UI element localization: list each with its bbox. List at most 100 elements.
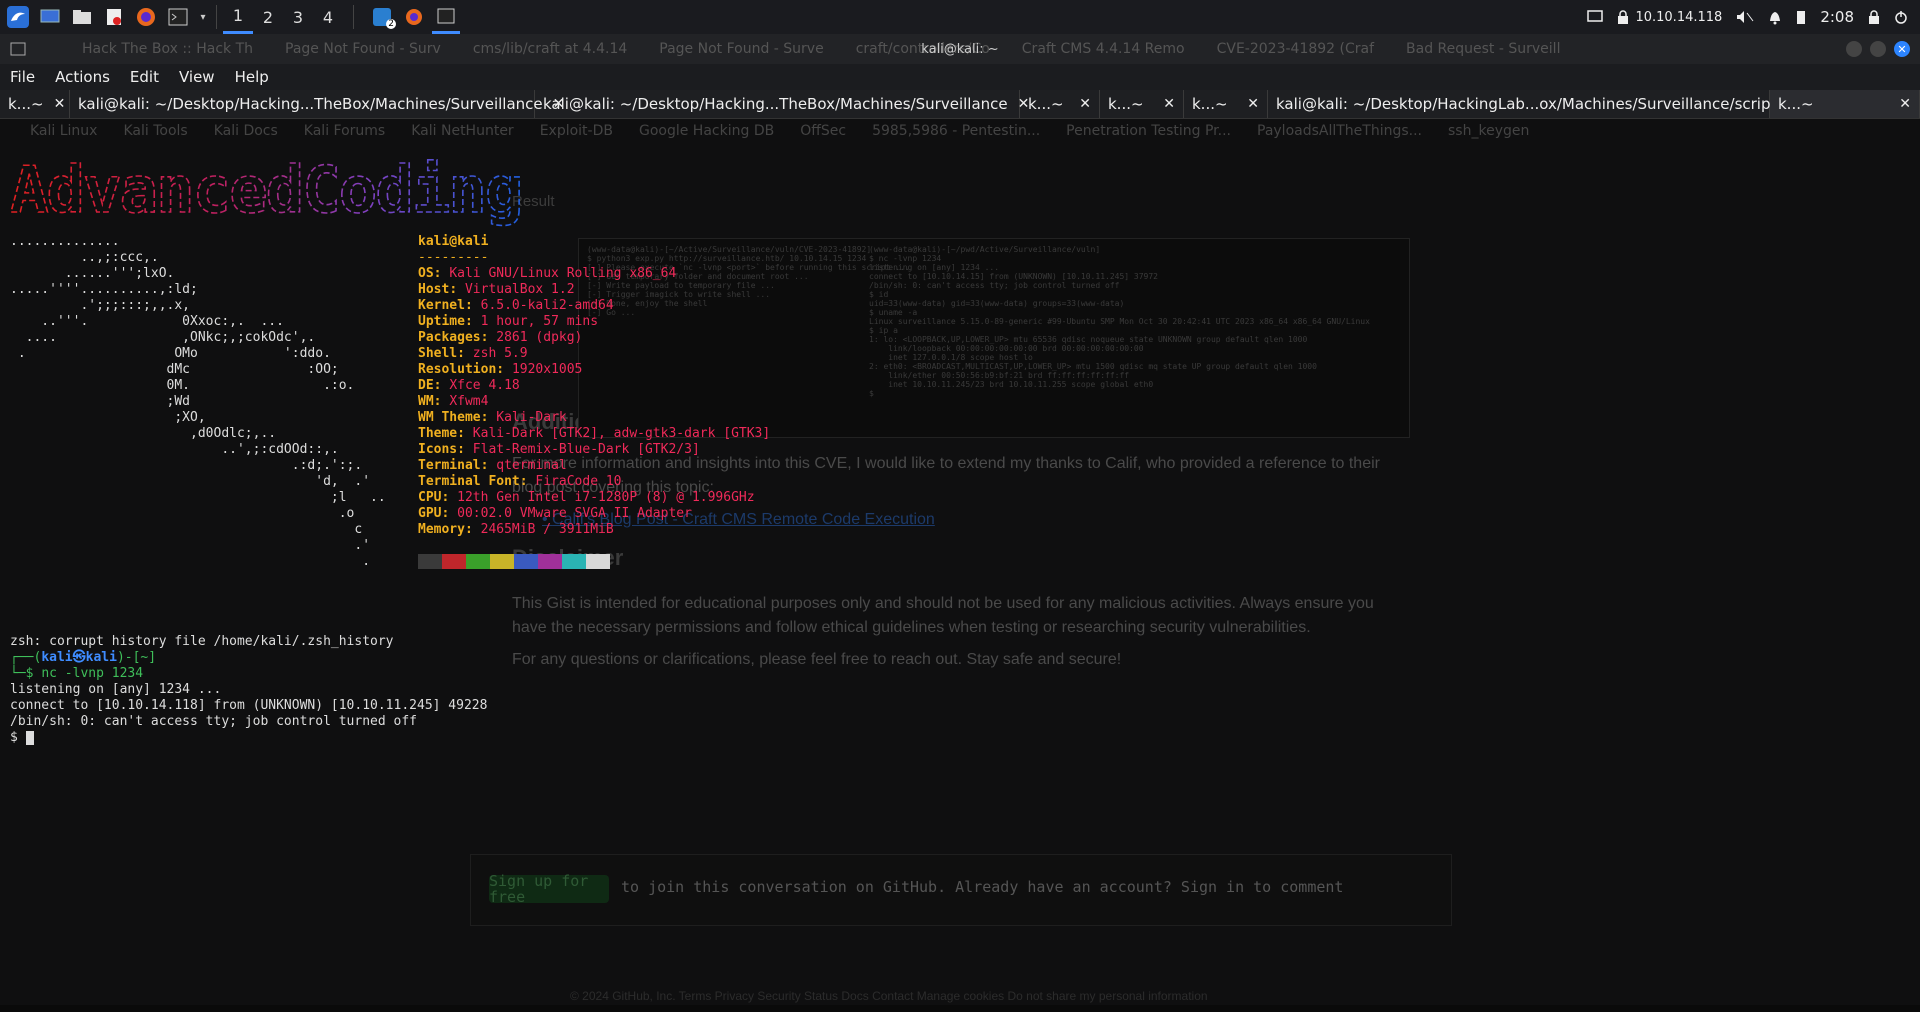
- ghost-bookmarks: Kali Linux Kali Tools Kali Docs Kali Forums…: [0, 119, 1920, 143]
- top-panel: ▾ 1 2 3 4 2 10.10.14.118 2:08: [0, 0, 1920, 34]
- neofetch-row: CPU: 12th Gen Intel i7-1280P (8) @ 1.996…: [418, 490, 755, 505]
- maximize-button[interactable]: [1870, 41, 1886, 57]
- terminal-tab[interactable]: k...~ ✕: [1020, 90, 1100, 118]
- window-titlebar[interactable]: Hack The Box :: Hack Th Page Not Found -…: [0, 34, 1920, 64]
- ghost-para-disclaimer: This Gist is intended for educational pu…: [512, 595, 1374, 636]
- neofetch-row: Memory: 2465MiB / 3911MiB: [418, 522, 614, 537]
- kali-ascii-logo: .............. ..,;:ccc,. ......''';lxO.…: [10, 234, 386, 569]
- neofetch-user: kali@kali: [418, 234, 489, 249]
- ghost-bookmark: 5985,5986 - Pentestin...: [872, 123, 1041, 139]
- color-swatch: [538, 554, 562, 569]
- workspace-1[interactable]: 1: [223, 0, 253, 34]
- clock[interactable]: 2:08: [1820, 8, 1854, 26]
- neofetch-row: GPU: 00:02.0 VMware SVGA II Adapter: [418, 506, 692, 521]
- task-code-editor[interactable]: 2: [368, 3, 396, 31]
- workspace-3[interactable]: 3: [283, 0, 313, 34]
- ghost-bookmark: Kali Docs: [213, 123, 278, 139]
- tab-close-icon[interactable]: ✕: [1163, 96, 1175, 112]
- power-icon[interactable]: [1894, 10, 1908, 24]
- window-title: kali@kali: ~: [921, 41, 999, 57]
- neofetch-row: Kernel: 6.5.0-kali2-amd64: [418, 298, 614, 313]
- ghost-bookmark: Kali NetHunter: [411, 123, 514, 139]
- menu-file[interactable]: File: [0, 68, 45, 86]
- color-swatch: [562, 554, 586, 569]
- terminal-tab[interactable]: k...~ ✕: [1100, 90, 1184, 118]
- notification-bell-icon[interactable]: [1768, 9, 1782, 25]
- neofetch-row: Terminal: qterminal: [418, 458, 567, 473]
- command-line: └─$ nc -lvnp 1234: [10, 666, 144, 681]
- shell-output[interactable]: zsh: corrupt history file /home/kali/.zs…: [10, 618, 487, 778]
- tab-close-icon[interactable]: ✕: [1899, 96, 1911, 112]
- kali-menu-icon[interactable]: [4, 3, 32, 31]
- chevron-down-icon[interactable]: ▾: [196, 3, 210, 31]
- ghost-footer: © 2024 GitHub, Inc. Terms Privacy Securi…: [570, 989, 1208, 1003]
- ghost-bookmark: PayloadsAllTheThings...: [1257, 123, 1423, 139]
- neofetch-row: OS: Kali GNU/Linux Rolling x86_64: [418, 266, 677, 281]
- color-swatch: [514, 554, 538, 569]
- terminal-tab[interactable]: kali@kali: ~/Desktop/Hacking...TheBox/Ma…: [70, 90, 564, 118]
- neofetch-row: Uptime: 1 hour, 57 mins: [418, 314, 599, 329]
- menu-edit[interactable]: Edit: [120, 68, 169, 86]
- firefox-icon[interactable]: [132, 3, 160, 31]
- display-icon[interactable]: [1587, 10, 1604, 24]
- minimize-button[interactable]: [1846, 41, 1862, 57]
- neofetch-row: WM: Xfwm4: [418, 394, 489, 409]
- tab-label: k...~: [8, 95, 44, 113]
- neofetch-row: Packages: 2861 (dpkg): [418, 330, 583, 345]
- tab-label: k...~: [1778, 95, 1814, 113]
- workspace-4[interactable]: 4: [313, 0, 343, 34]
- terminal-tab[interactable]: k...~ ✕: [1770, 90, 1920, 118]
- close-button[interactable]: ✕: [1894, 41, 1910, 57]
- text-editor-icon[interactable]: [100, 3, 128, 31]
- neofetch-row: Icons: Flat-Remix-Blue-Dark [GTK2/3]: [418, 442, 700, 457]
- volume-muted-icon[interactable]: [1736, 10, 1754, 24]
- ghost-bookmark: Kali Forums: [303, 123, 386, 139]
- history-error-line: zsh: corrupt history file /home/kali/.zs…: [10, 634, 394, 649]
- lock-screen-icon[interactable]: [1868, 10, 1880, 24]
- task-badge: 2: [386, 19, 396, 29]
- menu-view[interactable]: View: [169, 68, 225, 86]
- ghost-bookmark: Exploit-DB: [539, 123, 613, 139]
- tab-label: k...~: [1028, 95, 1064, 113]
- workspace-2[interactable]: 2: [253, 0, 283, 34]
- cursor: [25, 730, 34, 745]
- neofetch-row: Terminal Font: FiraCode 10: [418, 474, 622, 489]
- neofetch-info: kali@kali --------- OS: Kali GNU/Linux Rol…: [418, 234, 770, 538]
- neofetch-row: Resolution: 1920x1005: [418, 362, 583, 377]
- terminal-content[interactable]: Result Additional Resources For more inf…: [0, 152, 1920, 1012]
- color-swatch: [586, 554, 610, 569]
- output-listening: listening on [any] 1234 ...: [10, 682, 222, 697]
- tab-label: kali@kali: ~/Desktop/Hacking...TheBox/Ma…: [78, 95, 543, 113]
- input-line[interactable]: $: [10, 730, 487, 746]
- menubar: File Actions Edit View Help: [0, 64, 1920, 90]
- menu-actions[interactable]: Actions: [45, 68, 120, 86]
- vpn-lock-icon: [1617, 10, 1629, 24]
- ghost-bookmark: OffSec: [800, 123, 847, 139]
- terminal-icon[interactable]: [164, 3, 192, 31]
- tab-close-icon[interactable]: ✕: [1079, 96, 1091, 112]
- terminal-tab[interactable]: k...~ ✕: [1184, 90, 1268, 118]
- banner-svg: AdvancedCoding: [9, 153, 524, 229]
- tab-label: k...~: [1108, 95, 1144, 113]
- tab-label: kali@kali: ~/Desktop/Hacking...TheBox/Ma…: [543, 95, 1008, 113]
- desktop-icon[interactable]: [36, 3, 64, 31]
- menu-help[interactable]: Help: [225, 68, 279, 86]
- neofetch-row: WM Theme: Kali-Dark: [418, 410, 567, 425]
- task-terminal[interactable]: [432, 0, 460, 34]
- tab-close-icon[interactable]: ✕: [1247, 96, 1259, 112]
- terminal-tab-bar: k...~ ✕ kali@kali: ~/Desktop/Hacking...The…: [0, 90, 1920, 119]
- tab-close-icon[interactable]: ✕: [54, 96, 66, 112]
- terminal-tab[interactable]: kali@kali: ~/Desktop/Hacking...TheBox/Ma…: [535, 90, 1029, 118]
- battery-icon[interactable]: [1796, 9, 1806, 25]
- banner-text: AdvancedCoding: [10, 154, 521, 228]
- terminal-tab[interactable]: kali@kali: ~/Desktop/HackingLab...ox/Mac…: [1268, 90, 1798, 118]
- color-swatch: [442, 554, 466, 569]
- tab-label: kali@kali: ~/Desktop/HackingLab...ox/Mac…: [1276, 95, 1777, 113]
- ghost-signup-button: Sign up for free: [489, 873, 609, 905]
- terminal-tab[interactable]: k...~ ✕: [0, 90, 70, 118]
- ghost-signup-text: to join this conversation on GitHub. Alr…: [621, 878, 1344, 896]
- neofetch-rule: ---------: [418, 250, 489, 265]
- task-firefox[interactable]: [400, 3, 428, 31]
- file-manager-icon[interactable]: [68, 3, 96, 31]
- output-tty: /bin/sh: 0: can't access tty; job contro…: [10, 714, 417, 729]
